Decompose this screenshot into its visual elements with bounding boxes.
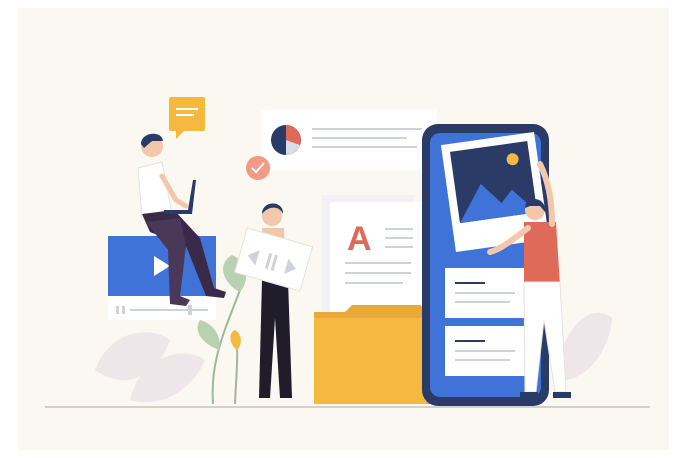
- checkmark-badge-icon: [246, 156, 270, 180]
- text-card-top: [445, 268, 525, 318]
- scene-svg: A: [45, 97, 650, 408]
- chat-bubble-icon: [169, 97, 205, 139]
- illustration-canvas: A: [0, 0, 687, 458]
- pie-chart-card: [262, 110, 437, 170]
- document-card: A: [322, 195, 422, 320]
- letter-a-glyph: A: [347, 220, 372, 258]
- person-holding-card: [234, 203, 314, 398]
- leaf-decoration-left: [95, 332, 205, 403]
- folder-icon: [314, 305, 430, 404]
- text-card-bottom: [445, 326, 525, 376]
- media-card: [234, 227, 314, 292]
